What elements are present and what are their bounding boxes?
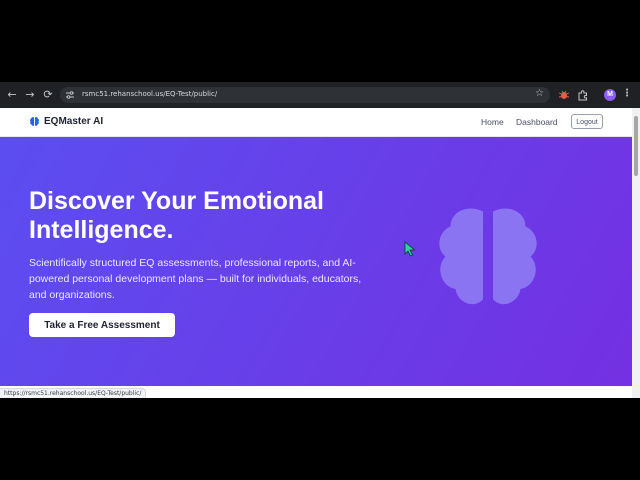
- puzzle-extensions-icon[interactable]: [577, 89, 589, 101]
- brand-logo[interactable]: EQMaster AI: [29, 116, 103, 127]
- page-scrollbar[interactable]: [632, 108, 640, 398]
- hero-section: Discover Your Emotional Intelligence. Sc…: [0, 137, 632, 386]
- reload-icon[interactable]: ⟳: [41, 88, 55, 102]
- profile-avatar[interactable]: M: [604, 89, 616, 101]
- logout-button[interactable]: Logout: [571, 114, 603, 129]
- forward-icon[interactable]: →: [23, 88, 37, 102]
- link-status-bar: https://rsmc51.rehanschool.us/EQ-Test/pu…: [0, 388, 147, 398]
- bookmark-star-icon[interactable]: ☆: [535, 88, 544, 99]
- browser-toolbar: ← → ⟳ rsmc51.rehanschool.us/EQ-Test/publ…: [0, 82, 640, 108]
- address-url[interactable]: rsmc51.rehanschool.us/EQ-Test/public/: [82, 90, 217, 98]
- back-icon[interactable]: ←: [5, 88, 19, 102]
- nav-link-dashboard[interactable]: Dashboard: [516, 117, 558, 127]
- scrollbar-thumb[interactable]: [634, 116, 638, 176]
- brand-name: EQMaster AI: [44, 116, 104, 127]
- mouse-cursor-icon: [404, 241, 416, 257]
- site-info-icon[interactable]: [66, 91, 74, 99]
- brain-icon: [439, 208, 537, 305]
- browser-window: ← → ⟳ rsmc51.rehanschool.us/EQ-Test/publ…: [0, 82, 640, 398]
- hero-subtitle: Scientifically structured EQ assessments…: [29, 257, 362, 301]
- brain-icon: [30, 117, 39, 126]
- nav-link-home[interactable]: Home: [481, 117, 504, 127]
- site-navbar: EQMaster AI Home Dashboard Logout: [0, 108, 632, 137]
- take-assessment-button[interactable]: Take a Free Assessment: [29, 313, 175, 337]
- hero-title: Discover Your Emotional Intelligence.: [29, 187, 324, 244]
- bug-extension-icon[interactable]: [558, 89, 570, 101]
- browser-menu-icon[interactable]: ⋮: [622, 88, 632, 99]
- address-bar[interactable]: rsmc51.rehanschool.us/EQ-Test/public/ ☆: [60, 87, 550, 103]
